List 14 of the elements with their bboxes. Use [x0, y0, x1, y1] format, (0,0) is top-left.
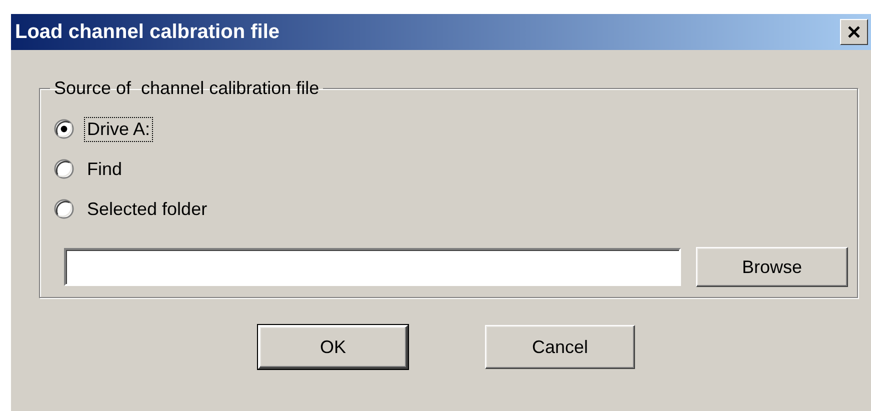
close-icon	[847, 26, 861, 38]
ok-button[interactable]: OK	[258, 325, 408, 369]
radio-label[interactable]: Selected folder	[84, 196, 210, 222]
group-label: Source of channel calibration file	[53, 78, 320, 99]
window-title: Load channel calbration file	[15, 20, 280, 44]
radio-label[interactable]: Find	[84, 156, 126, 182]
radio-button[interactable]	[54, 159, 74, 179]
radio-button[interactable]	[54, 199, 74, 219]
cancel-button[interactable]: Cancel	[485, 325, 635, 369]
browse-button[interactable]: Browse	[696, 247, 848, 287]
close-button[interactable]	[840, 19, 868, 45]
path-field[interactable]	[64, 248, 681, 286]
radio-button[interactable]	[54, 119, 74, 139]
radio-label[interactable]: Drive A:	[84, 116, 154, 142]
